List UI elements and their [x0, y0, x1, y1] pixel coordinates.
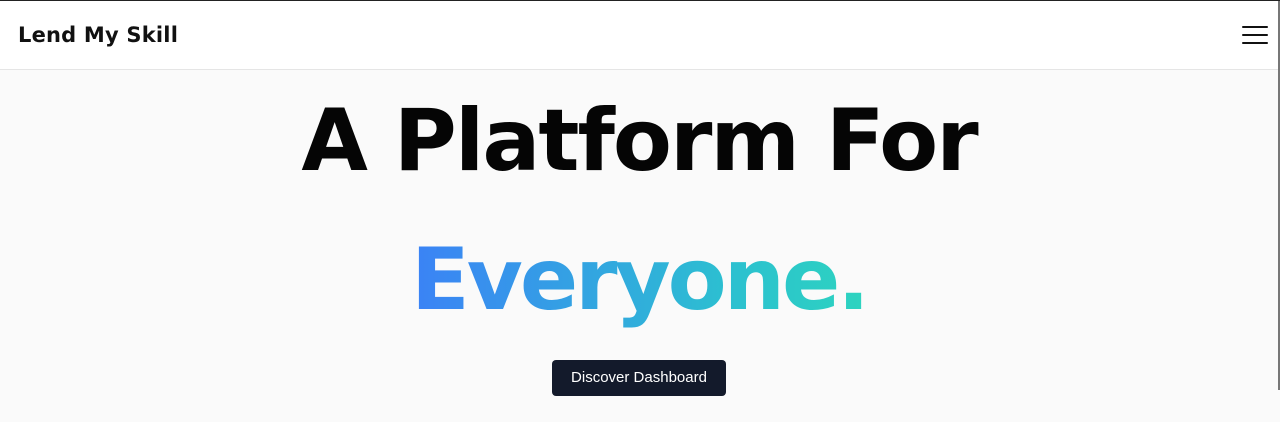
cta-container: Discover Dashboard: [0, 360, 1278, 396]
brand-logo-text[interactable]: Lend My Skill: [18, 23, 178, 47]
hero-headline: A Platform For: [301, 91, 978, 191]
discover-dashboard-button[interactable]: Discover Dashboard: [552, 360, 726, 396]
hero-section: A Platform For Everyone. Discover Dashbo…: [0, 71, 1278, 422]
menu-bar-line: [1242, 34, 1268, 36]
menu-bar-line: [1242, 42, 1268, 44]
navbar: Lend My Skill: [0, 1, 1278, 70]
hamburger-menu-icon[interactable]: [1242, 25, 1268, 45]
hero-gradient-text: Everyone.: [411, 230, 870, 330]
menu-bar-line: [1242, 26, 1268, 28]
hero-headline-highlight: Everyone.: [0, 237, 1278, 323]
